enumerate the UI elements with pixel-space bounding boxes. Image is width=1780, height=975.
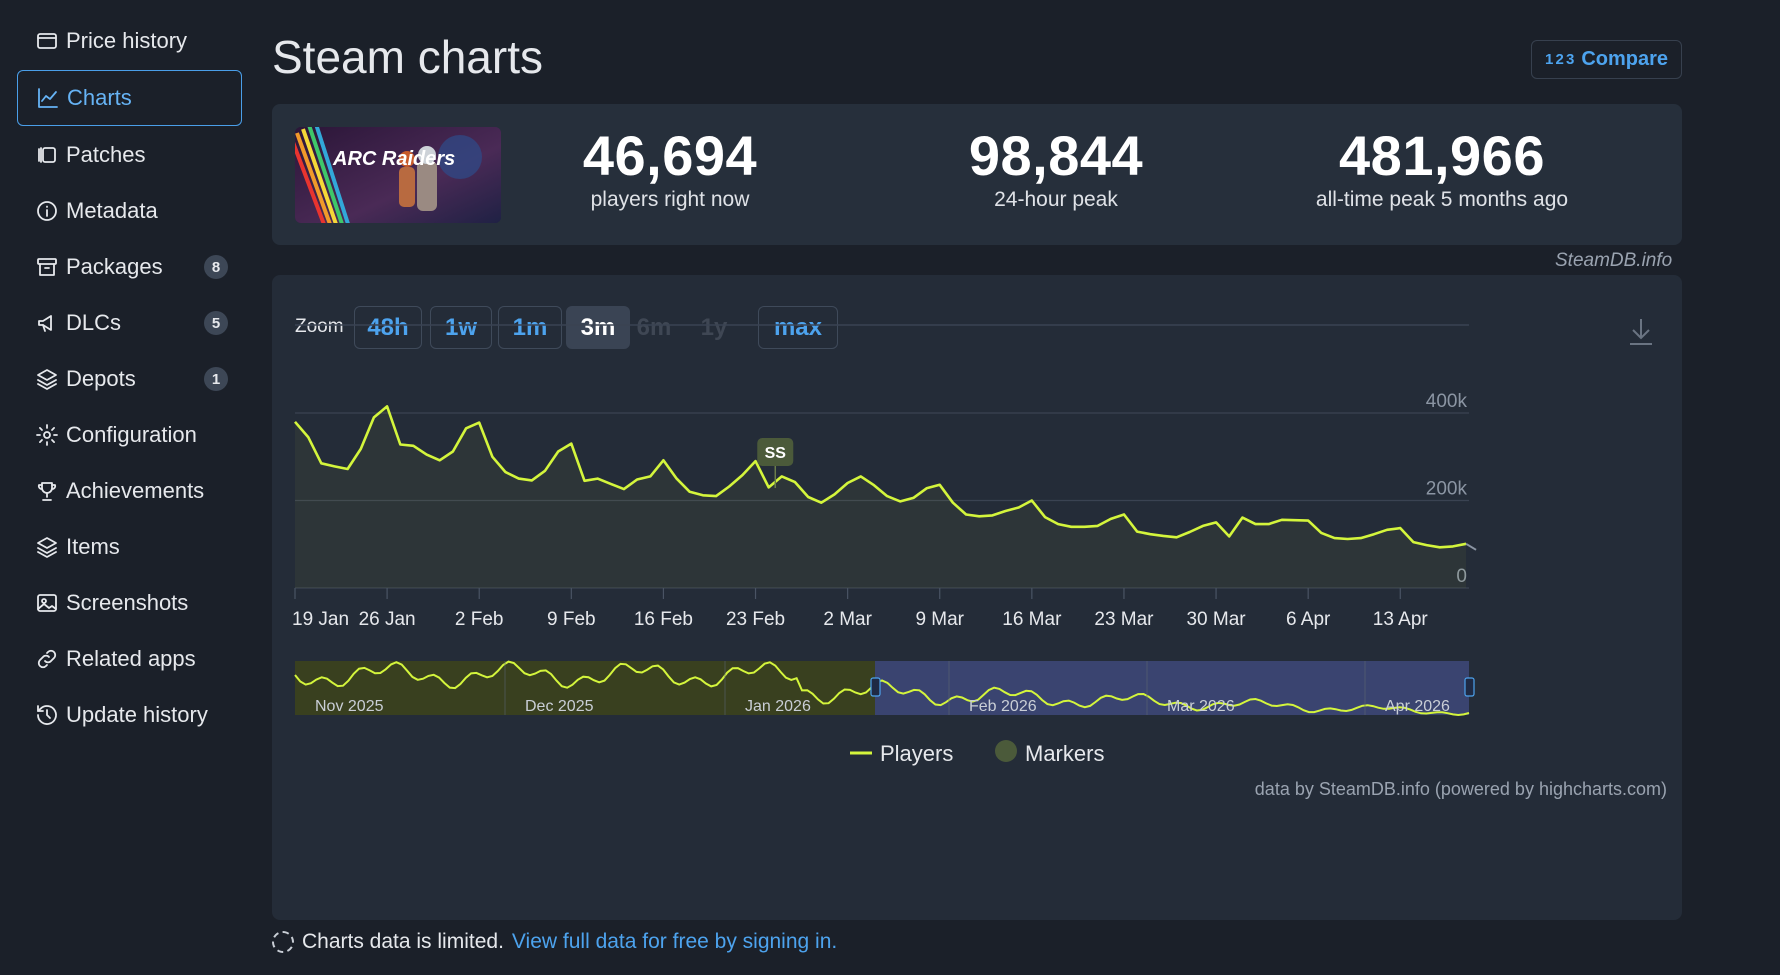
navigator-label: Feb 2026 — [969, 698, 1037, 715]
gear-icon — [34, 422, 60, 448]
navigator-label: Jan 2026 — [745, 698, 811, 715]
sidebar-item-label: Patches — [66, 142, 146, 167]
compare-icon: 1 2 3 — [1544, 51, 1574, 68]
sidebar-item-label: Metadata — [66, 198, 158, 223]
players-tail — [1465, 542, 1477, 551]
legend-markers-label: Markers — [1025, 741, 1104, 766]
link-icon — [34, 646, 60, 672]
x-tick-label: 16 Mar — [1002, 609, 1062, 630]
price-history-icon — [34, 28, 60, 54]
y-tick-label: 400k — [1426, 391, 1468, 412]
alltime-peak-value: 481,966 — [1339, 124, 1545, 187]
sidebar-item-label: Items — [66, 534, 120, 559]
sidebar-item-related-apps[interactable]: Related apps — [17, 632, 242, 686]
x-tick-label: 9 Feb — [547, 609, 596, 630]
sidebar-item-configuration[interactable]: Configuration — [17, 408, 242, 462]
x-tick-label: 2 Feb — [455, 609, 504, 630]
sidebar-item-label: Related apps — [66, 646, 196, 671]
x-tick-label: 6 Apr — [1286, 609, 1331, 630]
legend-markers-symbol — [995, 740, 1017, 762]
sidebar-item-label: Packages — [66, 254, 163, 279]
peak-24h-value: 98,844 — [968, 124, 1144, 187]
stats-panel: ARC Raiders 46,694 players right now 98,… — [272, 104, 1682, 245]
line-chart-icon — [35, 85, 61, 111]
chart-panel: Zoom 48h 1w 1m 3m 6m 1y max 0 200k 400k 19 Jan 26 … — [272, 275, 1682, 920]
x-tick-label: 26 Jan — [359, 609, 416, 630]
limited-text: Charts data is limited. — [302, 930, 504, 953]
count-badge: 8 — [204, 255, 228, 279]
sidebar-item-depots[interactable]: Depots 1 — [17, 352, 242, 406]
x-tick-label: 16 Feb — [634, 609, 693, 630]
info-icon — [34, 198, 60, 224]
sidebar-item-label: Charts — [67, 85, 132, 110]
history-icon — [34, 702, 60, 728]
sidebar-item-label: DLCs — [66, 310, 122, 335]
sidebar-item-update-history[interactable]: Update history — [17, 688, 242, 742]
sidebar-item-label: Screenshots — [66, 590, 189, 615]
peak-24h-label: 24-hour peak — [994, 188, 1118, 211]
count-badge: 1 — [204, 367, 228, 391]
sidebar-item-price-history[interactable]: Price history — [17, 14, 242, 68]
sidebar-item-charts[interactable]: Charts — [17, 70, 242, 126]
loading-circle-icon — [272, 931, 294, 953]
page-title: Steam charts — [272, 31, 543, 83]
x-tick-label: 13 Apr — [1373, 609, 1429, 630]
dlc-icon — [34, 310, 60, 336]
current-players-label: players right now — [590, 188, 750, 211]
sidebar-item-screenshots[interactable]: Screenshots — [17, 576, 242, 630]
sign-in-link[interactable]: View full data for free by signing in. — [512, 930, 837, 954]
count-badge: 5 — [204, 311, 228, 335]
sidebar-item-items[interactable]: Items — [17, 520, 242, 574]
x-tick-label: 2 Mar — [823, 609, 872, 630]
navigator-label: Dec 2025 — [525, 698, 594, 715]
x-tick-label: 9 Mar — [915, 609, 964, 630]
x-tick-label: 30 Mar — [1186, 609, 1246, 630]
legend-players-label: Players — [880, 741, 953, 766]
current-players-stat: 46,694 players right now — [520, 126, 820, 212]
peak-24h-stat: 98,844 24-hour peak — [906, 126, 1206, 212]
game-logo-text: ARC Raiders — [332, 148, 455, 170]
sidebar-item-label: Configuration — [66, 422, 197, 447]
compare-button[interactable]: 1 2 3 Compare — [1531, 40, 1682, 79]
y-tick-label: 200k — [1426, 479, 1468, 500]
annotation-label: SS — [765, 445, 787, 462]
trophy-icon — [34, 478, 60, 504]
navigator-label: Apr 2026 — [1385, 698, 1450, 715]
layers-icon — [34, 366, 60, 392]
sidebar-item-label: Price history — [66, 28, 188, 53]
chart-credit: data by SteamDB.info (powered by highcha… — [1255, 779, 1667, 799]
sidebar-item-label: Achievements — [66, 478, 205, 503]
sidebar-item-dlcs[interactable]: DLCs 5 — [17, 296, 242, 350]
navigator-label: Nov 2025 — [315, 698, 384, 715]
sidebar-item-metadata[interactable]: Metadata — [17, 184, 242, 238]
layers-icon — [34, 534, 60, 560]
players-area — [295, 406, 1467, 588]
sidebar-item-packages[interactable]: Packages 8 — [17, 240, 242, 294]
image-icon — [34, 590, 60, 616]
sidebar-item-patches[interactable]: Patches — [17, 128, 242, 182]
sidebar-item-achievements[interactable]: Achievements — [17, 464, 242, 518]
x-tick-label: 19 Jan — [292, 609, 349, 630]
navigator-label: Mar 2026 — [1167, 698, 1235, 715]
navigator-handle-left — [870, 677, 881, 697]
compare-label: Compare — [1581, 48, 1669, 70]
x-tick-label: 23 Mar — [1094, 609, 1154, 630]
alltime-peak-label: all-time peak 5 months ago — [1315, 188, 1569, 211]
sidebar: Price history Charts Patches Metadata Packag… — [17, 14, 242, 744]
chart-body: 0200k400k19 Jan 26 Jan 2 Feb 9 Feb 16 Feb 23 … — [292, 324, 1667, 799]
sidebar-item-label: Depots — [66, 366, 136, 391]
alltime-peak-stat: 481,966 all-time peak 5 months ago — [1292, 126, 1592, 212]
charts-limited-note: Charts data is limited. View full data f… — [272, 930, 837, 954]
current-players-value: 46,694 — [582, 124, 758, 187]
package-icon — [34, 254, 60, 280]
x-tick-label: 23 Feb — [726, 609, 785, 630]
navigator-handle-right — [1464, 677, 1475, 697]
game-capsule-image[interactable]: ARC Raiders — [295, 127, 501, 223]
game-art: ARC Raiders — [295, 127, 501, 223]
sidebar-item-label: Update history — [66, 702, 208, 727]
patches-icon — [34, 142, 60, 168]
steamdb-credit[interactable]: SteamDB.info — [1555, 250, 1672, 272]
player-chart[interactable]: 0200k400k19 Jan 26 Jan 2 Feb 9 Feb 16 Feb 23 … — [272, 275, 1682, 920]
